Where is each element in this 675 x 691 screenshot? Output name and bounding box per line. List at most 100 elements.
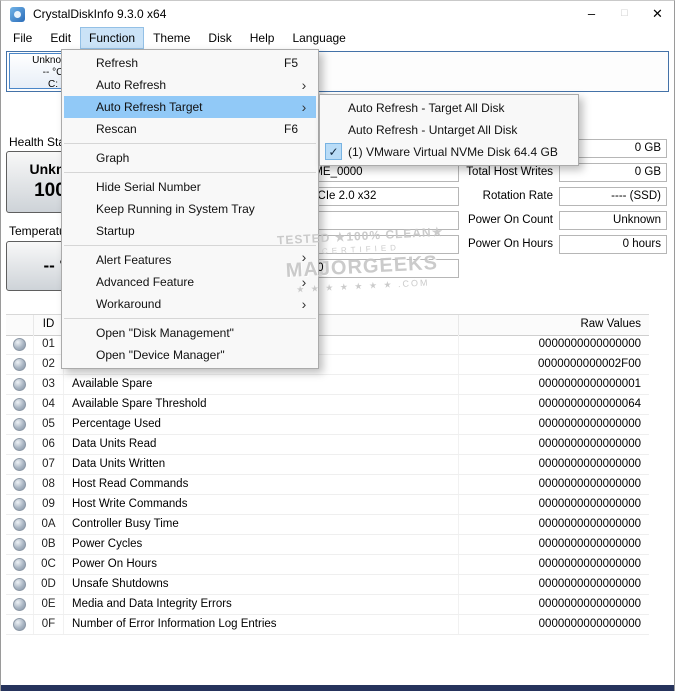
submenu-item[interactable]: Auto Refresh - Target All Disk bbox=[322, 97, 576, 119]
attribute-id: 0D bbox=[34, 575, 64, 594]
attribute-id: 0C bbox=[34, 555, 64, 574]
menubar-item[interactable]: Theme bbox=[145, 28, 198, 48]
menu-item[interactable]: Workaround bbox=[64, 293, 316, 315]
health-led-icon bbox=[13, 438, 26, 451]
maximize-button-icon[interactable]: □ bbox=[608, 1, 641, 27]
health-led-icon bbox=[13, 418, 26, 431]
checkmark-icon bbox=[322, 141, 348, 163]
menu-item-label: Alert Features bbox=[64, 249, 298, 271]
usage-info-label: Rotation Rate bbox=[421, 187, 559, 206]
menu-item[interactable]: Open "Disk Management" bbox=[64, 318, 316, 344]
menu-item[interactable]: Advanced Feature bbox=[64, 271, 316, 293]
attribute-name: Host Write Commands bbox=[64, 495, 459, 514]
menu-item-shortcut: F5 bbox=[284, 52, 316, 74]
table-row[interactable]: 0D Unsafe Shutdowns 0000000000000000 bbox=[6, 575, 649, 595]
led-cell bbox=[6, 475, 34, 494]
menu-item[interactable]: Auto Refresh Target bbox=[64, 96, 316, 118]
menu-item-label: Advanced Feature bbox=[64, 271, 298, 293]
menubar-item[interactable]: Function bbox=[81, 28, 143, 48]
health-led-icon bbox=[13, 358, 26, 371]
health-led-icon bbox=[13, 558, 26, 571]
table-row[interactable]: 09 Host Write Commands 0000000000000000 bbox=[6, 495, 649, 515]
attribute-name: Power Cycles bbox=[64, 535, 459, 554]
attribute-raw-value: 0000000000000000 bbox=[459, 435, 649, 454]
attribute-id: 0B bbox=[34, 535, 64, 554]
led-column-header bbox=[6, 315, 34, 335]
attribute-raw-value: 0000000000000001 bbox=[459, 375, 649, 394]
menu-item-label: Hide Serial Number bbox=[64, 176, 298, 198]
menu-item[interactable]: Rescan F6 bbox=[64, 118, 316, 140]
attribute-id: 03 bbox=[34, 375, 64, 394]
window-bottom-frame bbox=[1, 685, 674, 691]
checkmark-icon bbox=[322, 119, 348, 141]
led-cell bbox=[6, 535, 34, 554]
table-row[interactable]: 0B Power Cycles 0000000000000000 bbox=[6, 535, 649, 555]
table-row[interactable]: 06 Data Units Read 0000000000000000 bbox=[6, 435, 649, 455]
health-led-icon bbox=[13, 598, 26, 611]
attribute-id: 02 bbox=[34, 355, 64, 374]
submenu-item-label: Auto Refresh - Untarget All Disk bbox=[348, 119, 576, 141]
table-row[interactable]: 05 Percentage Used 0000000000000000 bbox=[6, 415, 649, 435]
menu-item[interactable]: Refresh F5 bbox=[64, 52, 316, 74]
close-button-icon[interactable]: ✕ bbox=[641, 1, 674, 27]
menu-item[interactable]: Keep Running in System Tray bbox=[64, 198, 316, 220]
attribute-id: 09 bbox=[34, 495, 64, 514]
menu-item[interactable]: Graph bbox=[64, 143, 316, 169]
table-row[interactable]: 0A Controller Busy Time 0000000000000000 bbox=[6, 515, 649, 535]
submenu-item-label: (1) VMware Virtual NVMe Disk 64.4 GB bbox=[348, 141, 576, 163]
health-led-icon bbox=[13, 478, 26, 491]
usage-info-label: Power On Hours bbox=[421, 235, 559, 254]
led-cell bbox=[6, 555, 34, 574]
menu-item[interactable]: Alert Features bbox=[64, 245, 316, 271]
health-led-icon bbox=[13, 618, 26, 631]
menubar-item[interactable]: Disk bbox=[200, 28, 239, 48]
table-row[interactable]: 03 Available Spare 0000000000000001 bbox=[6, 375, 649, 395]
table-row[interactable]: 0E Media and Data Integrity Errors 00000… bbox=[6, 595, 649, 615]
health-led-icon bbox=[13, 378, 26, 391]
menubar-item[interactable]: Help bbox=[242, 28, 283, 48]
menu-item[interactable]: Open "Device Manager" bbox=[64, 344, 316, 366]
attribute-id: 08 bbox=[34, 475, 64, 494]
led-cell bbox=[6, 615, 34, 634]
led-cell bbox=[6, 455, 34, 474]
menu-item[interactable]: Auto Refresh bbox=[64, 74, 316, 96]
submenu-item[interactable]: (1) VMware Virtual NVMe Disk 64.4 GB bbox=[322, 141, 576, 163]
menu-item-label: Open "Disk Management" bbox=[64, 322, 298, 344]
table-row[interactable]: 04 Available Spare Threshold 00000000000… bbox=[6, 395, 649, 415]
led-cell bbox=[6, 415, 34, 434]
menu-item-label: Open "Device Manager" bbox=[64, 344, 298, 366]
health-led-icon bbox=[13, 518, 26, 531]
usage-info-value: 0 hours bbox=[559, 235, 667, 254]
menu-item-label: Auto Refresh bbox=[64, 74, 298, 96]
menubar-item[interactable]: File bbox=[5, 28, 40, 48]
table-row[interactable]: 0F Number of Error Information Log Entri… bbox=[6, 615, 649, 635]
attribute-raw-value: 0000000000000000 bbox=[459, 535, 649, 554]
health-led-icon bbox=[13, 338, 26, 351]
usage-info-value: Unknown bbox=[559, 211, 667, 230]
minimize-button-icon[interactable]: – bbox=[575, 1, 608, 27]
health-led-icon bbox=[13, 578, 26, 591]
menu-item-label: Auto Refresh Target bbox=[64, 96, 298, 118]
table-row[interactable]: 07 Data Units Written 0000000000000000 bbox=[6, 455, 649, 475]
attribute-id: 07 bbox=[34, 455, 64, 474]
submenu-item[interactable]: Auto Refresh - Untarget All Disk bbox=[322, 119, 576, 141]
attribute-raw-value: 0000000000000000 bbox=[459, 455, 649, 474]
led-cell bbox=[6, 395, 34, 414]
menu-bar: File Edit Function Theme Disk Help Langu… bbox=[1, 27, 674, 49]
app-icon bbox=[10, 7, 25, 22]
menu-item-label: Keep Running in System Tray bbox=[64, 198, 298, 220]
led-cell bbox=[6, 335, 34, 354]
menubar-item[interactable]: Edit bbox=[42, 28, 79, 48]
attribute-raw-value: 0000000000000000 bbox=[459, 515, 649, 534]
usage-info-row: Power On Hours 0 hours bbox=[421, 235, 667, 254]
menu-item[interactable]: Startup bbox=[64, 220, 316, 242]
menu-item-label: Rescan bbox=[64, 118, 284, 140]
led-cell bbox=[6, 375, 34, 394]
health-led-icon bbox=[13, 498, 26, 511]
menu-item[interactable]: Hide Serial Number bbox=[64, 172, 316, 198]
menubar-item[interactable]: Language bbox=[284, 28, 353, 48]
table-row[interactable]: 0C Power On Hours 0000000000000000 bbox=[6, 555, 649, 575]
menu-item-shortcut: F6 bbox=[284, 118, 316, 140]
submenu-arrow-icon bbox=[298, 271, 310, 294]
table-row[interactable]: 08 Host Read Commands 0000000000000000 bbox=[6, 475, 649, 495]
